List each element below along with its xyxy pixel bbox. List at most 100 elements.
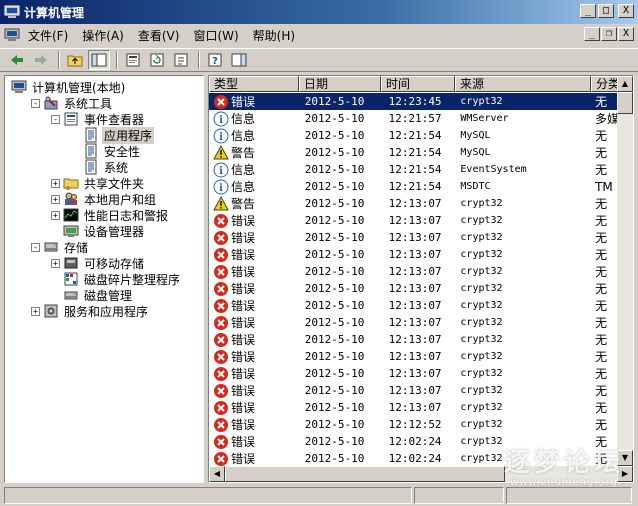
event-row[interactable]: 错误 2012-5-10 12:13:07 crypt32 无 (209, 297, 619, 314)
collapse-toggle[interactable]: - (31, 242, 40, 252)
cell-date: 2012-5-10 (298, 95, 381, 108)
vertical-scrollbar[interactable]: ▲ ▼ (617, 76, 633, 466)
column-header-date[interactable]: 日期 (299, 76, 381, 92)
event-row[interactable]: 错误 2012-5-10 12:13:07 crypt32 无 (209, 382, 619, 399)
event-row[interactable]: 错误 2012-5-10 12:12:52 crypt32 无 (209, 416, 619, 433)
back-button[interactable] (6, 50, 28, 70)
menu-action[interactable]: 操作(A) (82, 27, 124, 44)
event-row[interactable]: 错误 2012-5-10 12:13:07 crypt32 无 (209, 348, 619, 365)
menu-help[interactable]: 帮助(H) (253, 27, 295, 44)
cell-time: 12:13:07 (388, 401, 442, 414)
scroll-thumb[interactable] (617, 92, 633, 114)
show-hide-tree-button[interactable] (88, 50, 110, 70)
console-tree[interactable]: 计算机管理(本地) - 系统工具 - 事件查看器 应用程序 安全性 系统 + 共享文件夹 + 本地用户… (4, 75, 204, 483)
export-list-button[interactable] (170, 50, 192, 70)
tree-node[interactable]: 应用程序 (71, 126, 155, 144)
defrag-icon (64, 272, 78, 286)
error-icon (214, 434, 228, 449)
event-row[interactable]: 错误 2012-5-10 12:13:07 crypt32 无 (209, 314, 619, 331)
users-icon (65, 192, 77, 205)
horizontal-scroll-thumb[interactable] (225, 466, 505, 482)
expand-toggle[interactable]: + (31, 306, 40, 316)
tree-node[interactable]: 系统 (71, 159, 130, 175)
cell-type: 警告 (209, 144, 299, 161)
help-button[interactable]: ? (204, 50, 226, 70)
event-row[interactable]: 错误 2012-5-10 12:13:07 crypt32 无 (209, 280, 619, 297)
tree-node[interactable]: 设备管理器 (51, 223, 146, 239)
event-row[interactable]: 错误 2012-5-10 12:13:07 crypt32 无 (209, 229, 619, 246)
tree-node[interactable]: + 可移动存储 (51, 255, 146, 271)
tree-node[interactable]: - 存储 (31, 239, 90, 255)
event-row[interactable]: 错误 2012-5-10 12:13:07 crypt32 无 (209, 365, 619, 382)
error-icon (214, 264, 228, 279)
event-row[interactable]: 错误 2012-5-10 12:13:07 crypt32 无 (209, 399, 619, 416)
tree-node[interactable]: + 本地用户和组 (51, 191, 158, 207)
tree-node[interactable]: - 系统工具 (31, 95, 114, 111)
tree-node[interactable]: + 性能日志和警报 (51, 207, 170, 223)
cell-time: 12:13:07 (388, 367, 442, 380)
cell-type: i 信息 (209, 161, 299, 178)
close-button[interactable]: X (618, 4, 634, 18)
forward-button[interactable] (30, 50, 52, 70)
error-icon (214, 366, 228, 381)
properties-button[interactable] (122, 50, 144, 70)
cell-date: 2012-5-10 (304, 146, 365, 159)
scroll-up-button[interactable]: ▲ (617, 76, 633, 92)
child-close-button[interactable]: X (618, 27, 634, 41)
event-list[interactable]: 类型 日期 时间 来源 分类 错误 2012-5-10 12:23:45 crypt3… (208, 75, 634, 483)
cell-category: 无 (595, 146, 608, 160)
column-header-type[interactable]: 类型 (209, 76, 299, 92)
cell-category: 无 (595, 384, 608, 398)
child-minimize-button[interactable]: _ (584, 27, 600, 41)
error-icon (214, 383, 228, 398)
menu-window[interactable]: 窗口(W) (193, 27, 238, 44)
event-row[interactable]: 错误 2012-5-10 12:13:07 crypt32 无 (209, 263, 619, 280)
event-row[interactable]: i 信息 2012-5-10 12:21:54 MSDTC TM (209, 178, 619, 195)
event-row[interactable]: i 信息 2012-5-10 12:21:54 EventSystem 无 (209, 161, 619, 178)
expand-toggle[interactable]: + (51, 210, 60, 220)
tree-node[interactable]: 计算机管理(本地) (11, 79, 127, 95)
error-icon (214, 417, 228, 432)
tree-node[interactable]: 磁盘碎片整理程序 (51, 271, 182, 287)
scroll-left-button[interactable]: ◀ (209, 466, 225, 482)
tree-node[interactable]: 磁盘管理 (51, 287, 134, 303)
collapse-toggle[interactable]: - (51, 114, 60, 124)
expand-toggle[interactable]: + (51, 194, 60, 204)
event-row[interactable]: 错误 2012-5-10 12:13:07 crypt32 无 (209, 331, 619, 348)
child-restore-button[interactable]: ❐ (601, 27, 617, 41)
tree-node[interactable]: + 共享文件夹 (51, 175, 146, 191)
cell-date: 2012-5-10 (304, 367, 365, 380)
tree-node[interactable]: + 服务和应用程序 (31, 303, 150, 319)
cell-date: 2012-5-10 (304, 350, 365, 363)
event-row[interactable]: 错误 2012-5-10 12:23:45 crypt32 无 (209, 93, 619, 110)
maximize-button[interactable]: □ (598, 4, 614, 18)
column-header-time[interactable]: 时间 (381, 76, 455, 92)
collapse-toggle[interactable]: - (31, 98, 40, 108)
refresh-button[interactable] (146, 50, 168, 70)
event-row[interactable]: 错误 2012-5-10 12:13:07 crypt32 无 (209, 246, 619, 263)
minimize-button[interactable]: _ (580, 4, 596, 18)
up-level-button[interactable] (64, 50, 86, 70)
toolbar-separator (116, 51, 118, 69)
cell-source: MySQL (460, 130, 491, 141)
mmc-console-icon[interactable] (4, 28, 20, 42)
menu-file[interactable]: 文件(F) (28, 27, 68, 44)
column-header-source[interactable]: 来源 (455, 76, 591, 92)
event-type-label: 错误 (231, 367, 256, 381)
event-row[interactable]: 警告 2012-5-10 12:13:07 crypt32 无 (209, 195, 619, 212)
error-icon (214, 400, 228, 415)
action-pane-button[interactable] (228, 50, 250, 70)
menu-view[interactable]: 查看(V) (138, 27, 180, 44)
tree-node[interactable]: 安全性 (71, 143, 142, 159)
cell-time: 12:13:07 (388, 197, 442, 210)
event-row[interactable]: i 信息 2012-5-10 12:21:57 WMServer 多媒 (209, 110, 619, 127)
event-row[interactable]: 警告 2012-5-10 12:21:54 MySQL 无 (209, 144, 619, 161)
expand-toggle[interactable]: + (51, 258, 60, 268)
cell-date: 2012-5-10 (304, 231, 365, 244)
event-row[interactable]: i 信息 2012-5-10 12:21:54 MySQL 无 (209, 127, 619, 144)
tree-node[interactable]: - 事件查看器 (51, 111, 146, 127)
expand-toggle[interactable]: + (51, 178, 60, 188)
event-row[interactable]: 错误 2012-5-10 12:13:07 crypt32 无 (209, 212, 619, 229)
cell-time: 12:13:07 (388, 384, 442, 397)
show-tree-icon (91, 53, 107, 67)
